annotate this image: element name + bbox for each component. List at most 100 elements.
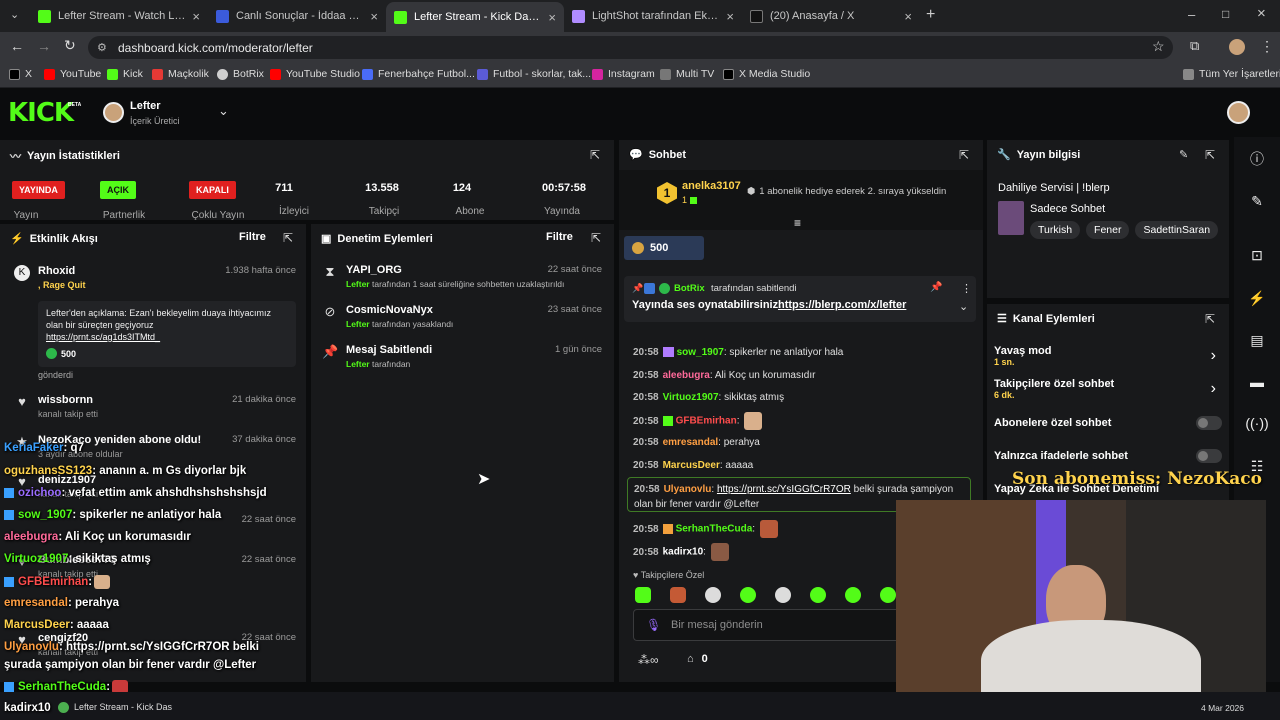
chat-message[interactable]: 20:58 Virtuoz1907: sikiktaş atmış xyxy=(633,392,784,403)
chat-message[interactable]: 20:58 sow_1907: spikerler ne anlatiyor ha… xyxy=(633,347,843,358)
kick-logo[interactable]: KICK xyxy=(8,98,74,128)
pinned-by-user[interactable]: BotRix xyxy=(674,283,705,294)
event-username[interactable]: wissbornn xyxy=(38,394,93,406)
event-link[interactable]: https://prnt.sc/ag1ds3ITMtd_ xyxy=(46,332,288,342)
chat-message[interactable]: 20:58 GFBEmirhan: xyxy=(633,412,763,430)
chat-username[interactable]: MarcusDeer xyxy=(663,460,720,471)
tab-x-home[interactable]: (20) Anasayfa / X × xyxy=(742,4,920,28)
bookmark-instagram[interactable]: Instagram xyxy=(592,68,655,80)
chat-username[interactable]: emresandal xyxy=(663,437,719,448)
tab-kick-dashboard[interactable]: Lefter Stream - Kick Dashboard × xyxy=(386,2,564,32)
chevron-right-icon[interactable]: › xyxy=(1211,380,1216,398)
popout-icon[interactable]: ⇱ xyxy=(1205,312,1215,326)
chat-username[interactable]: aleebugra xyxy=(663,370,710,381)
back-icon[interactable]: ← xyxy=(10,38,24,54)
emote-icon[interactable] xyxy=(845,587,861,603)
chat-message[interactable]: 20:58 emresandal: perahya xyxy=(633,437,760,448)
moderated-username[interactable]: CosmicNovaNyx xyxy=(346,304,433,316)
bookmark-youtube[interactable]: YouTube xyxy=(44,68,101,80)
edit-icon[interactable]: ✎ xyxy=(1179,148,1188,161)
popout-icon[interactable]: ⇱ xyxy=(283,231,293,245)
notes-icon[interactable]: ▤ xyxy=(1237,320,1277,360)
chat-username[interactable]: GFBEmirhan xyxy=(676,416,737,427)
profile-avatar[interactable] xyxy=(1229,39,1245,55)
slow-mode-row[interactable]: Yavaş mod 1 sn. › xyxy=(994,345,1224,375)
minimize-icon[interactable]: – xyxy=(1188,7,1195,22)
bookmark-kick[interactable]: Kick xyxy=(107,68,143,80)
close-window-icon[interactable]: × xyxy=(1257,5,1266,22)
chat-input[interactable]: 🎙 Bir mesaj gönderin xyxy=(633,609,903,641)
popout-icon[interactable]: ⇱ xyxy=(591,231,601,245)
tab-lightshot[interactable]: LightShot tarafından Ekran Görüntüsü × xyxy=(564,4,742,28)
category-name[interactable]: Sadece Sohbet xyxy=(1030,203,1105,215)
extensions-icon[interactable]: ⧉ xyxy=(1190,38,1199,54)
close-tab-icon[interactable]: × xyxy=(726,9,734,24)
close-tab-icon[interactable]: × xyxy=(548,10,556,25)
pencil-icon[interactable]: ✎ xyxy=(1237,181,1277,221)
chat-message[interactable]: 20:58 SerhanTheCuda: xyxy=(633,520,778,538)
emote-icon[interactable] xyxy=(705,587,721,603)
popout-icon[interactable]: ⇱ xyxy=(590,148,600,162)
bookmark-futbol[interactable]: Futbol - skorlar, tak... xyxy=(477,68,591,80)
tag-chip[interactable]: Fener xyxy=(1086,221,1130,239)
bookmark-star-icon[interactable]: ☆ xyxy=(1152,38,1165,55)
site-info-icon[interactable]: ⚙ xyxy=(97,41,107,54)
broadcast-icon[interactable]: ((·)) xyxy=(1237,403,1277,443)
new-tab-icon[interactable]: + xyxy=(926,6,935,24)
more-options-icon[interactable]: ⋮ xyxy=(961,282,972,295)
bookmark-multitv[interactable]: Multi TV xyxy=(660,68,714,80)
emote-icon[interactable] xyxy=(670,587,686,603)
chat-icon[interactable]: ▬ xyxy=(1237,362,1277,402)
emote-icon[interactable] xyxy=(775,587,791,603)
emote-icon[interactable] xyxy=(810,587,826,603)
event-username[interactable]: Rhoxid xyxy=(38,265,75,277)
chat-username[interactable]: SerhanTheCuda xyxy=(676,524,753,535)
close-tab-icon[interactable]: × xyxy=(904,9,912,24)
chevron-down-icon[interactable]: ⌄ xyxy=(959,300,968,313)
moderated-username[interactable]: YAPI_ORG xyxy=(346,264,402,276)
points-display[interactable]: ⌂ 0 xyxy=(687,653,708,665)
reload-icon[interactable]: ↻ xyxy=(64,37,76,54)
taskbar-item[interactable]: Lefter Stream - Kick Das xyxy=(58,697,178,717)
chevron-down-icon[interactable]: ⌄ xyxy=(218,103,229,119)
subscribers-only-toggle[interactable] xyxy=(1196,416,1222,430)
emote-icon[interactable] xyxy=(635,587,651,603)
avatar[interactable] xyxy=(103,102,124,123)
tag-chip[interactable]: Turkish xyxy=(1030,221,1081,239)
tab-canli-sonuclar[interactable]: Canlı Sonuçlar - İddaa Sonuçları × xyxy=(208,4,386,28)
chat-username[interactable]: kadirx10 xyxy=(663,547,704,558)
chat-username[interactable]: Ulyanovlu xyxy=(664,484,712,495)
emotes-only-toggle[interactable] xyxy=(1196,449,1222,463)
close-tab-icon[interactable]: × xyxy=(370,9,378,24)
pinned-link[interactable]: https://blerp.com/x/lefter xyxy=(778,299,906,311)
lightning-icon[interactable]: ⚡ xyxy=(1237,278,1277,318)
bookmark-fenerbahce[interactable]: Fenerbahçe Futbol... xyxy=(362,68,475,80)
chat-username[interactable]: Virtuoz1907 xyxy=(663,392,719,403)
info-icon[interactable]: ⓘ xyxy=(1237,139,1277,179)
gifter-username[interactable]: anelka3107 xyxy=(682,180,741,192)
filter-button[interactable]: Filtre xyxy=(239,231,266,243)
tag-chip[interactable]: SadettinSaran xyxy=(1135,221,1219,239)
forward-icon[interactable]: → xyxy=(37,38,51,54)
profile-avatar[interactable] xyxy=(1227,101,1250,124)
address-input[interactable]: ⚙ dashboard.kick.com/moderator/lefter xyxy=(88,36,1173,59)
tab-kick-watch[interactable]: Lefter Stream - Watch Live on Kick × xyxy=(30,4,208,28)
channel-points-icon[interactable]: ⁂∞ xyxy=(638,653,659,667)
tab-search-icon[interactable]: ⌄ xyxy=(10,8,19,21)
emote-icon[interactable] xyxy=(880,587,896,603)
chat-message[interactable]: 20:58 kadirx10: xyxy=(633,543,729,561)
bookmark-youtube-studio[interactable]: YouTube Studio xyxy=(270,68,360,80)
bookmark-botrix[interactable]: BotRix xyxy=(217,68,264,80)
bookmark-x-media-studio[interactable]: X Media Studio xyxy=(723,68,810,80)
bookmark-x[interactable]: X xyxy=(9,68,32,80)
maximize-icon[interactable]: □ xyxy=(1222,7,1229,21)
chevron-right-icon[interactable]: › xyxy=(1211,347,1216,365)
chat-link[interactable]: https://prnt.sc/YsIGGfCrR7OR xyxy=(717,484,851,495)
unpin-icon[interactable]: 📌 xyxy=(930,282,942,293)
close-tab-icon[interactable]: × xyxy=(192,9,200,24)
screenshot-icon[interactable]: ⊡ xyxy=(1237,235,1277,275)
moderation-title[interactable]: Mesaj Sabitlendi xyxy=(346,344,432,356)
microphone-icon[interactable]: 🎙 xyxy=(646,618,661,632)
filter-button[interactable]: Filtre xyxy=(546,231,573,243)
kicks-goal[interactable]: 500 xyxy=(624,236,704,260)
